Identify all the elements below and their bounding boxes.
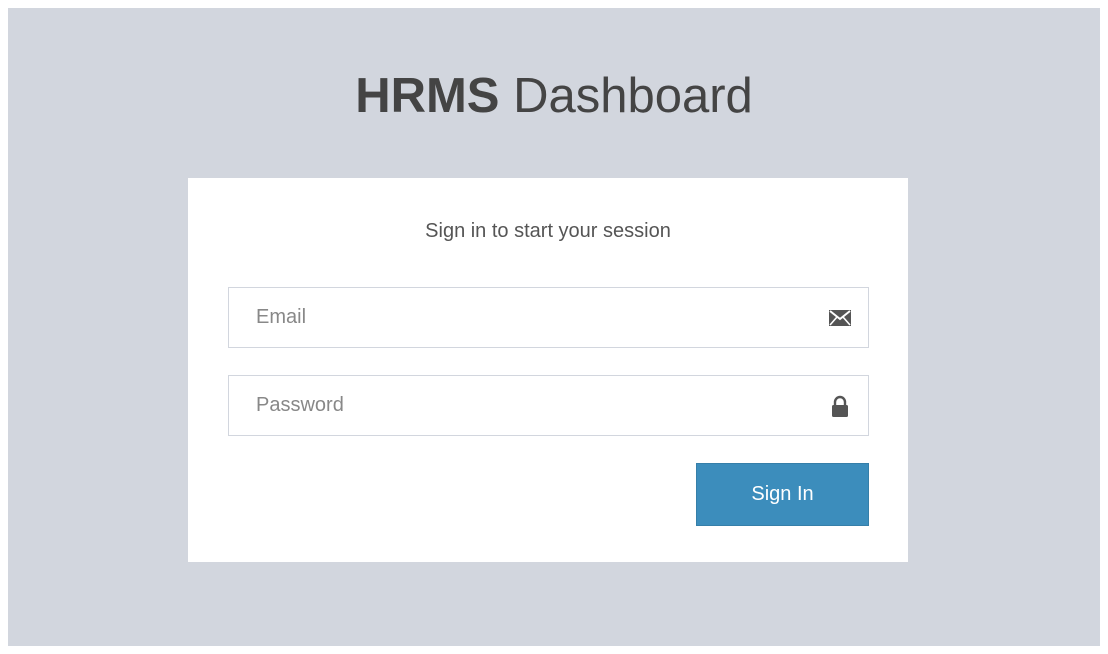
login-box: Sign in to start your session Email Sign… [188, 178, 908, 562]
app-logo: HRMS Dashboard [8, 66, 1100, 126]
lock-icon [828, 394, 852, 418]
email-field [228, 287, 869, 348]
envelope-icon [828, 306, 852, 330]
login-page: HRMS Dashboard Sign in to start your ses… [8, 8, 1100, 646]
password-input[interactable] [229, 376, 819, 435]
logo-light-text: Dashboard [499, 69, 753, 123]
logo-strong-text: HRMS [355, 69, 500, 123]
email-input[interactable] [229, 288, 819, 347]
login-message: Sign in to start your session [425, 220, 671, 242]
password-field [228, 375, 869, 436]
sign-in-button[interactable]: Sign In [696, 463, 869, 526]
